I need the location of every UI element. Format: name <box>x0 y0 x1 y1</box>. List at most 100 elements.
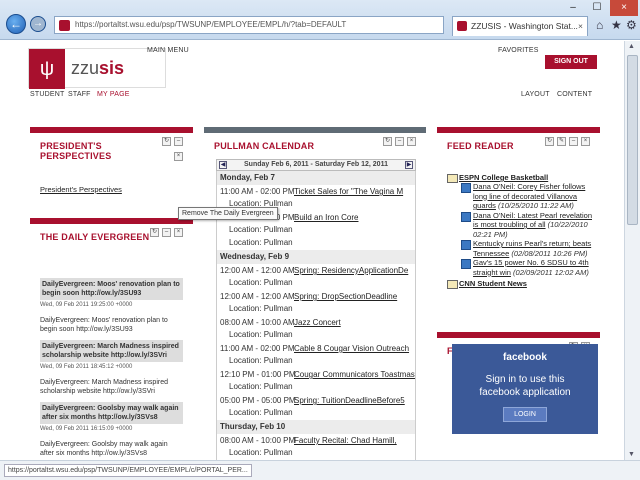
layout-link[interactable]: LAYOUT <box>521 91 550 98</box>
tools-gear-icon[interactable]: ⚙ <box>626 18 637 32</box>
scroll-up-icon[interactable]: ▲ <box>628 43 635 50</box>
scroll-down-icon[interactable]: ▼ <box>628 451 635 458</box>
close-button[interactable]: × <box>610 0 638 16</box>
event-link[interactable]: Cable 8 Cougar Vision Outreach <box>294 344 409 353</box>
fb-msg-line2: facebook application <box>479 387 571 398</box>
event-link[interactable]: Ticket Sales for "The Vagina M <box>294 187 403 196</box>
minimize-icon[interactable]: – <box>174 137 183 146</box>
vertical-scrollbar[interactable]: ▲ ▼ <box>624 41 640 460</box>
refresh-icon[interactable]: ↻ <box>162 137 171 146</box>
news-title[interactable]: DailyEvergreen: Moos' renovation plan to… <box>40 278 183 300</box>
event-row: 12:10 PM - 01:00 PMCougar Communicators … <box>217 368 415 381</box>
news-date: Wed, 09 Feb 2011 16:15:09 +0000 <box>40 426 133 432</box>
news-date: Wed, 09 Feb 2011 19:25:00 +0000 <box>40 302 133 308</box>
favorites-link[interactable]: FAVORITES <box>498 47 539 54</box>
remove-icon[interactable]: × <box>407 137 416 146</box>
event-location: Location: Pullman <box>229 238 293 247</box>
content-link[interactable]: CONTENT <box>557 91 592 98</box>
scroll-thumb[interactable] <box>627 55 638 225</box>
folder-icon[interactable]: ESPN College Basketball <box>459 173 548 182</box>
minimize-icon[interactable]: – <box>569 137 578 146</box>
home-icon[interactable]: ⌂ <box>596 18 603 32</box>
feed-item: Dana O'Neil: Corey Fisher follows long l… <box>461 182 597 211</box>
prev-week-icon[interactable]: ◀ <box>219 161 227 169</box>
back-arrow-icon: ← <box>10 17 22 31</box>
feed-source[interactable]: CNN Student News <box>447 279 597 289</box>
folder-icon[interactable]: CNN Student News <box>459 279 527 288</box>
feed-item: Gav's 15 power No. 6 SDSU to 4th straigh… <box>461 258 597 277</box>
event-link[interactable]: Spring: ResidencyApplicationDe <box>294 266 408 275</box>
event-location: Location: Pullman <box>229 448 293 457</box>
maximize-button[interactable]: ☐ <box>586 0 608 16</box>
next-week-icon[interactable]: ▶ <box>405 161 413 169</box>
minimize-icon[interactable]: – <box>395 137 404 146</box>
news-title[interactable]: DailyEvergreen: Goolsby may walk again a… <box>40 402 183 424</box>
week-range: Sunday Feb 6, 2011 - Saturday Feb 12, 20… <box>244 161 388 168</box>
remove-icon[interactable]: × <box>174 228 183 237</box>
event-location: Location: Pullman <box>229 356 293 365</box>
logo-suffix: sis <box>99 58 125 78</box>
event-link[interactable]: Spring: DropSectionDeadline <box>294 292 397 301</box>
site-favicon <box>59 20 70 31</box>
back-button[interactable]: ← <box>6 14 26 34</box>
feed-source[interactable]: ESPN College Basketball <box>447 173 597 183</box>
event-link[interactable]: Cougar Communicators Toastmast <box>294 370 415 379</box>
tab-title: ZZUSIS - Washington Stat... <box>471 21 578 31</box>
logo-prefix: zzu <box>71 58 100 78</box>
event-row: 08:00 AM - 10:00 AMJazz Concert <box>220 318 341 327</box>
evergreen-item: DailyEvergreen: Goolsby may walk again a… <box>30 402 193 458</box>
status-url: https://portaltst.wsu.edu/psp/TWSUNP/EMP… <box>4 464 252 477</box>
perspectives-portlet: PRESIDENT'S PERSPECTIVES ↻ – × President'… <box>30 127 193 207</box>
event-location: Location: Pullman <box>229 225 293 234</box>
refresh-icon[interactable]: ↻ <box>383 137 392 146</box>
event-link[interactable]: Build an Iron Core <box>294 213 358 222</box>
wsu-cougar-icon: ψ <box>29 49 65 89</box>
news-date: Wed, 09 Feb 2011 18:45:12 +0000 <box>40 364 133 370</box>
remove-tooltip: Remove The Daily Evergreen <box>178 207 278 220</box>
favorites-star-icon[interactable]: ★ <box>611 18 622 32</box>
remove-icon[interactable]: × <box>174 152 183 161</box>
refresh-icon[interactable]: ↻ <box>545 137 554 146</box>
feed-portlet: FEED READER ↻ ✎ – × ESPN College Basketb… <box>437 127 600 311</box>
facebook-login-panel: facebook Sign in to use this facebook app… <box>452 344 598 434</box>
facebook-logo: facebook <box>503 352 547 363</box>
event-link[interactable]: Spring: TuitionDeadlineBefore5 <box>294 396 405 405</box>
calendar-portlet: PULLMAN CALENDAR ↻ – × ◀ Sunday Feb 6, 2… <box>204 127 426 460</box>
feed-item: Kentucky ruins Pearl's return; beats Ten… <box>461 239 597 258</box>
news-body: DailyEvergreen: March Madness inspired s… <box>40 379 168 395</box>
minimize-button[interactable]: – <box>562 0 584 16</box>
status-bar: https://portaltst.wsu.edu/psp/TWSUNP/EMP… <box>0 460 640 480</box>
main-menu-link[interactable]: MAIN MENU <box>147 47 189 54</box>
zzusis-logo[interactable]: ψ zzusis <box>28 48 166 89</box>
perspectives-link[interactable]: President's Perspectives <box>40 185 122 194</box>
browser-tab[interactable]: ZZUSIS - Washington Stat... × <box>452 16 588 36</box>
tab-close-icon[interactable]: × <box>578 17 583 35</box>
evergreen-item: DailyEvergreen: Moos' renovation plan to… <box>30 278 193 334</box>
news-body: DailyEvergreen: Moos' renovation plan to… <box>40 317 168 333</box>
event-location: Location: Pullman <box>229 330 293 339</box>
nav-staff[interactable]: STAFF <box>68 91 91 98</box>
refresh-icon[interactable]: ↻ <box>150 228 159 237</box>
nav-my-page[interactable]: MY PAGE <box>97 91 130 98</box>
nav-student[interactable]: STUDENT <box>30 91 64 98</box>
tab-favicon <box>457 21 467 31</box>
feed-item: Dana O'Neil: Latest Pearl revelation is … <box>461 211 597 240</box>
remove-icon[interactable]: × <box>581 137 590 146</box>
minimize-icon[interactable]: – <box>162 228 171 237</box>
address-bar[interactable]: https://portaltst.wsu.edu/psp/TWSUNP/EMP… <box>54 16 444 34</box>
event-row: 05:00 PM - 05:00 PMSpring: TuitionDeadli… <box>220 396 405 405</box>
edit-icon[interactable]: ✎ <box>557 137 566 146</box>
day-header: Thursday, Feb 10 <box>217 420 415 434</box>
calendar-week-header: ◀ Sunday Feb 6, 2011 - Saturday Feb 12, … <box>216 159 416 171</box>
event-link[interactable]: Faculty Recital: Chad Hamill, <box>294 436 397 445</box>
event-row: 11:00 AM - 02:00 PMCable 8 Cougar Vision… <box>220 344 410 353</box>
day-header: Monday, Feb 7 <box>217 171 415 185</box>
event-row: 08:00 AM - 10:00 PMFaculty Recital: Chad… <box>220 436 397 445</box>
forward-button[interactable]: → <box>30 16 46 32</box>
event-row: 12:00 AM - 12:00 AMSpring: DropSectionDe… <box>220 292 398 301</box>
event-link[interactable]: Jazz Concert <box>294 318 341 327</box>
news-title[interactable]: DailyEvergreen: March Madness inspired s… <box>40 340 183 362</box>
sign-out-button[interactable]: SIGN OUT <box>545 55 597 69</box>
event-location: Location: Pullman <box>229 304 293 313</box>
facebook-login-button[interactable]: LOGIN <box>503 407 547 422</box>
